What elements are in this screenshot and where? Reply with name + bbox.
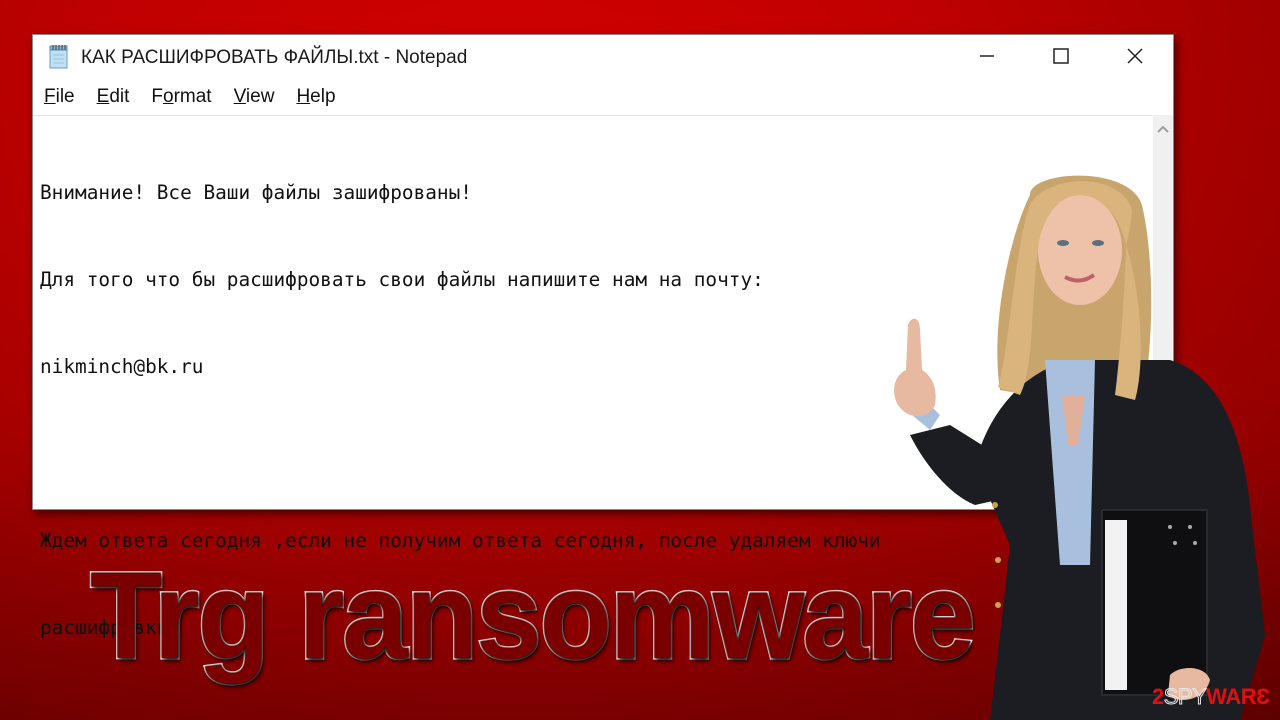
2spyware-watermark: 2SPYWARƐ — [1152, 684, 1270, 710]
menu-bar: File Edit Format View Help — [33, 81, 1173, 113]
menu-format[interactable]: Format — [151, 86, 211, 108]
close-icon — [1126, 47, 1144, 70]
maximize-button[interactable] — [1025, 35, 1097, 81]
menu-file[interactable]: File — [44, 86, 75, 108]
menu-help[interactable]: Help — [296, 86, 335, 108]
menu-edit[interactable]: Edit — [97, 86, 130, 108]
menu-view[interactable]: View — [234, 86, 275, 108]
window-title: КАК РАСШИФРОВАТЬ ФАЙЛЫ.txt - Notepad — [81, 47, 468, 68]
maximize-icon — [1052, 47, 1070, 70]
headline-title: Trg ransomware — [89, 545, 978, 687]
presenter-figure — [880, 165, 1280, 720]
minimize-button[interactable] — [951, 35, 1023, 81]
minimize-icon — [978, 47, 996, 70]
title-bar[interactable]: КАК РАСШИФРОВАТЬ ФАЙЛЫ.txt - Notepad — [33, 35, 1173, 81]
close-button[interactable] — [1099, 35, 1171, 81]
notepad-icon — [49, 45, 69, 69]
scroll-up-button[interactable] — [1153, 119, 1173, 139]
chevron-up-icon — [1157, 120, 1169, 138]
